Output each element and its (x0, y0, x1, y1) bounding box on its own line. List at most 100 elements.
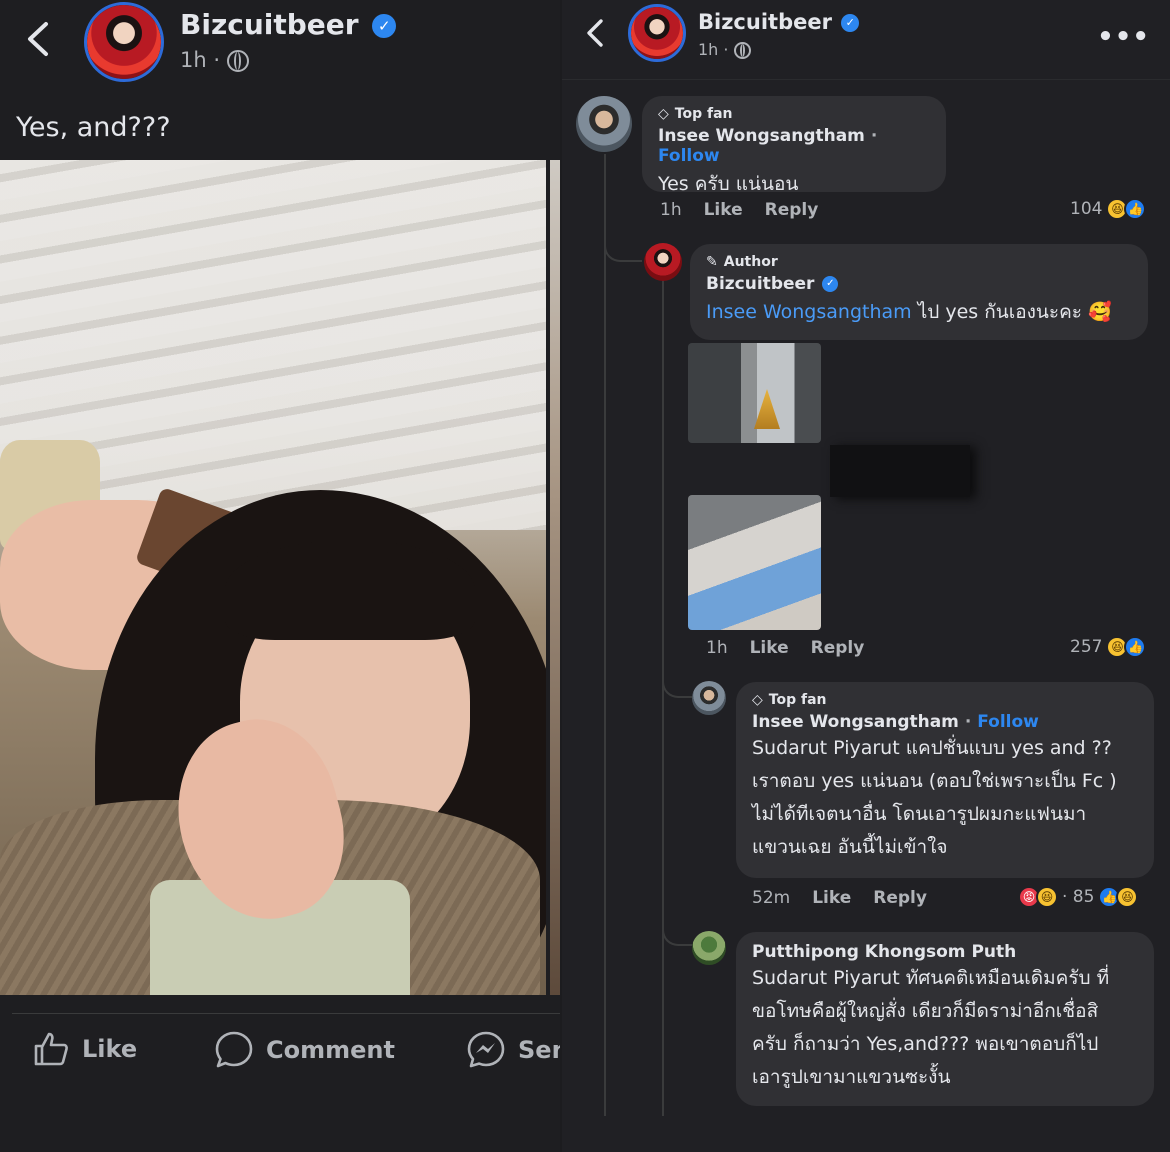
comment-button[interactable]: Comment (214, 1030, 395, 1070)
more-options-icon[interactable]: ••• (1097, 22, 1150, 52)
reaction-count: 104 (1070, 199, 1103, 219)
commenter-avatar[interactable] (692, 681, 726, 715)
globe-icon (733, 42, 751, 59)
send-button[interactable]: Sen (466, 1030, 560, 1070)
thread-connector (662, 670, 694, 698)
author-badge: ✎ Author (706, 254, 1132, 270)
author-name-text[interactable]: Bizcuitbeer (180, 8, 359, 41)
post-panel: Bizcuitbeer ✓ 1h · Yes, and??? Like Comm… (0, 0, 560, 1152)
comment-text: Sudarut Piyarut แคปชั่นแบบ yes and ?? เร… (752, 732, 1138, 864)
comment-line: เราตอบ yes แน่นอน (ตอบใช่เพราะเป็น Fc ) (752, 770, 1117, 792)
back-arrow-icon[interactable] (584, 18, 606, 48)
comment-line: แขวนเฉย อันนี้ไม่เข้าใจ (752, 836, 948, 858)
thread-connector (604, 236, 642, 262)
reaction-summary[interactable]: 104 😆 👍 (1070, 198, 1147, 220)
commenter-name[interactable]: Insee Wongsangtham · Follow (658, 126, 930, 166)
post-time-text: 1h (180, 48, 207, 72)
comment-text: Insee Wongsangtham ไป yes กันเองนะคะ 🥰 (706, 296, 1132, 329)
commenter-name[interactable]: Insee Wongsangtham · Follow (752, 712, 1138, 732)
post-photo[interactable] (0, 160, 546, 995)
commenter-avatar[interactable] (692, 931, 726, 965)
commenter-name[interactable]: Bizcuitbeer ✓ (706, 274, 1132, 294)
comment-reply-button[interactable]: Reply (873, 888, 927, 908)
globe-icon (226, 50, 249, 72)
mention-link[interactable]: Insee Wongsangtham (706, 301, 912, 323)
like-reaction-icon: 👍 (1124, 636, 1147, 658)
comment-time: 1h (660, 200, 682, 220)
follow-link[interactable]: Follow (658, 146, 720, 166)
comment-text: Sudarut Piyarut ทัศนคติเหมือนเดิมครับ ที… (752, 962, 1138, 1094)
comment-line: Sudarut Piyarut แคปชั่นแบบ yes and ?? (752, 737, 1112, 759)
like-label[interactable]: Like (82, 1035, 137, 1063)
comment-meta: 1h Like Reply (660, 200, 818, 220)
thumbs-up-icon (34, 1032, 68, 1066)
comment-bubble: ◇ Top fan Insee Wongsangtham · Follow Su… (736, 682, 1154, 878)
comment-line: เอารูปเขามาแขวนซะงั้น (752, 1066, 951, 1088)
post-timestamp: 1h · (180, 48, 249, 72)
like-button[interactable]: Like (32, 1030, 137, 1068)
author-name[interactable]: Bizcuitbeer ✓ (698, 10, 860, 34)
comment-line: ไม่ได้ทีเจตนาอื่น โดนเอารูปผมกะแฟนมา (752, 803, 1087, 825)
commenter-name[interactable]: Putthipong Khongsom Puth (752, 942, 1138, 962)
badge-label: Top fan (674, 106, 733, 122)
header-divider (562, 79, 1170, 80)
comment-reply-button[interactable]: Reply (765, 200, 819, 220)
verified-icon: ✓ (372, 14, 397, 38)
badge-label: Top fan (768, 692, 827, 708)
comment-image-1[interactable] (688, 343, 821, 443)
comment-like-button[interactable]: Like (704, 200, 743, 220)
commenter-avatar[interactable] (576, 96, 632, 152)
commenter-name-text[interactable]: Insee Wongsangtham (658, 126, 865, 146)
author-avatar[interactable] (84, 2, 164, 82)
comment-text: Yes ครับ แน่นอน (658, 173, 799, 195)
comment-text-body: ไป yes กันเองนะคะ 🥰 (911, 301, 1112, 323)
back-arrow-icon[interactable] (24, 20, 52, 58)
author-name-text[interactable]: Bizcuitbeer (698, 10, 832, 34)
send-label[interactable]: Sen (518, 1036, 560, 1064)
like-reaction-icon: 👍 (1124, 198, 1147, 220)
post-caption: Yes, and??? (16, 112, 171, 143)
divider (12, 1013, 560, 1014)
comment-bubble: ✎ Author Bizcuitbeer ✓ Insee Wongsangtha… (690, 244, 1148, 340)
comments-panel: Bizcuitbeer ✓ 1h · ••• ◇ Top fan Insee W… (562, 0, 1170, 1152)
haha-reaction-icon: 😆 (1116, 886, 1139, 908)
reaction-summary[interactable]: 😡 😆 · 85 👍 😆 (1018, 886, 1139, 908)
author-name[interactable]: Bizcuitbeer ✓ (180, 8, 397, 41)
haha-reaction-icon: 😆 (1036, 886, 1058, 908)
comment-bubble: Putthipong Khongsom Puth Sudarut Piyarut… (736, 932, 1154, 1106)
comment-bubble: ◇ Top fan Insee Wongsangtham · Follow Ye… (642, 96, 946, 195)
reaction-count: 257 (1070, 637, 1103, 657)
comment-meta: 1h Like Reply (706, 638, 864, 658)
comment-time: 52m (752, 888, 791, 908)
comment-reply-button[interactable]: Reply (811, 638, 865, 658)
comment-meta: 52m Like Reply (752, 888, 927, 908)
redaction-block (830, 445, 970, 497)
comment-label[interactable]: Comment (266, 1036, 395, 1064)
reaction-count: · 85 (1062, 887, 1095, 907)
comment-bubble-icon (215, 1031, 253, 1068)
separator-dot: · (213, 48, 221, 72)
commenter-name-text[interactable]: Bizcuitbeer (706, 274, 814, 294)
commenter-name-text[interactable]: Insee Wongsangtham (752, 712, 959, 732)
badge-label: Author (723, 254, 778, 270)
comment-like-button[interactable]: Like (812, 888, 851, 908)
top-fan-badge: ◇ Top fan (752, 692, 1138, 708)
comment-line: Sudarut Piyarut ทัศนคติเหมือนเดิมครับ ที… (752, 967, 1110, 989)
thread-connector (662, 916, 694, 946)
thread-line (662, 280, 664, 1116)
diamond-icon: ◇ (752, 692, 763, 708)
comment-image-2[interactable] (688, 495, 821, 630)
reaction-summary[interactable]: 257 😆 👍 (1070, 636, 1147, 658)
verified-icon: ✓ (841, 14, 860, 32)
comment-like-button[interactable]: Like (750, 638, 789, 658)
next-photo-peek[interactable] (550, 160, 560, 995)
messenger-icon (467, 1031, 505, 1068)
thread-line (604, 154, 606, 1116)
author-reply-avatar[interactable] (644, 243, 682, 281)
post-time-text: 1h (698, 40, 719, 59)
comment-line: ขอโทษคือผู้ใหญ่สั่ง เดียวก็มีดราม่าอีกเช… (752, 1000, 1099, 1022)
separator-dot: · (723, 40, 729, 59)
author-avatar[interactable] (628, 4, 686, 62)
follow-link[interactable]: Follow (977, 712, 1039, 732)
pencil-icon: ✎ (706, 254, 718, 270)
